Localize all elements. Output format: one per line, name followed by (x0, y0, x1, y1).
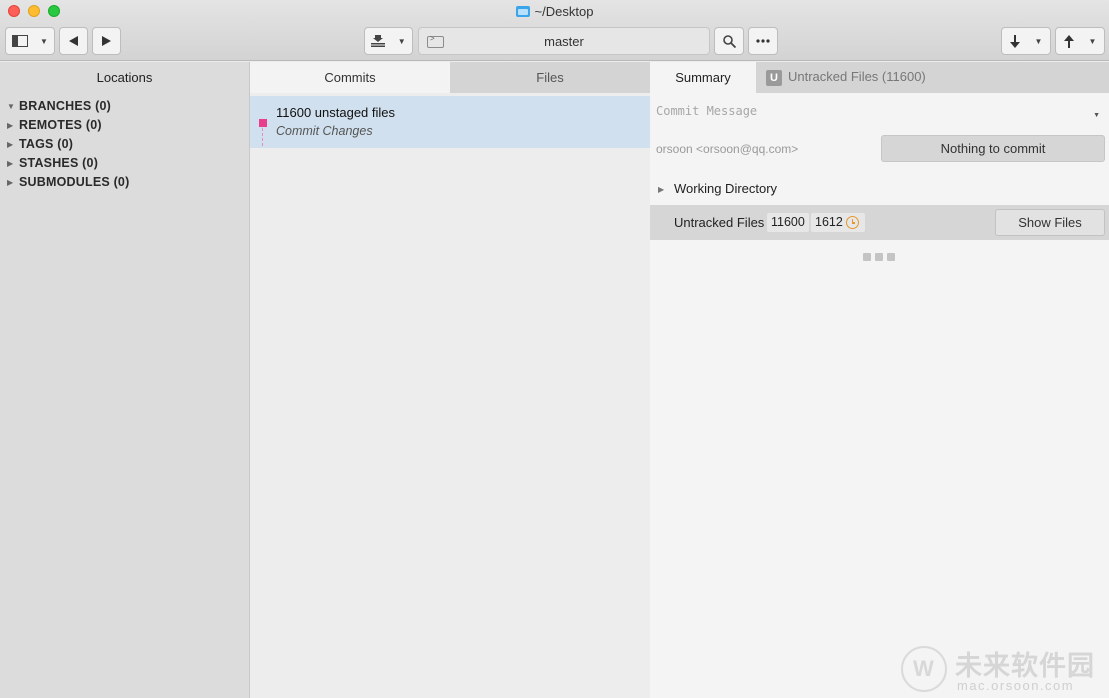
pull-button[interactable]: ▼ (1001, 27, 1051, 55)
sidebar-item-label: REMOTES (0) (19, 118, 102, 132)
stash-icon (371, 35, 386, 47)
loading-dot (875, 253, 883, 261)
untracked-files-label: Untracked Files (674, 215, 765, 230)
chevron-down-icon[interactable]: ▼ (1093, 112, 1100, 119)
push-button[interactable]: ▼ (1055, 27, 1105, 55)
tab-untracked-files[interactable]: U Untracked Files (11600) (766, 69, 926, 86)
watermark-logo-icon (901, 646, 947, 692)
sidebar-item-label: STASHES (0) (19, 156, 99, 170)
sidebar-item-label: SUBMODULES (0) (19, 175, 130, 189)
watermark-site: mac.orsoon.com (957, 678, 1075, 693)
loading-dot (887, 253, 895, 261)
commit-graph-line (262, 128, 263, 146)
sidebar: Locations ▼ BRANCHES (0) ▶ REMOTES (0) ▶ TA… (0, 62, 250, 698)
commit-author: orsoon <orsoon@qq.com> (656, 142, 799, 156)
back-arrow-icon (69, 36, 78, 46)
sidebar-item-label: TAGS (0) (19, 137, 74, 151)
loading-dot (863, 253, 871, 261)
commit-button[interactable]: Nothing to commit (881, 135, 1105, 162)
sidebar-item-branches[interactable]: ▼ BRANCHES (0) (0, 97, 249, 116)
more-button[interactable] (748, 27, 778, 55)
show-files-button[interactable]: Show Files (995, 209, 1105, 236)
commits-tab-bar: Commits Files (250, 62, 650, 93)
sidebar-icon (12, 35, 29, 47)
commit-message-input[interactable]: Commit Message (656, 104, 757, 118)
branch-name: master (544, 34, 584, 49)
disclosure-closed-icon[interactable]: ▶ (7, 116, 19, 135)
tab-files[interactable]: Files (450, 62, 650, 93)
disclosure-closed-icon[interactable]: ▶ (7, 135, 19, 154)
tab-commits[interactable]: Commits (250, 62, 450, 93)
disclosure-closed-icon[interactable]: ▶ (7, 154, 19, 173)
untracked-status-icon: U (766, 70, 782, 86)
search-button[interactable] (714, 27, 744, 55)
arrow-down-icon (1009, 34, 1020, 48)
clock-icon (846, 216, 859, 229)
tab-untracked-label: Untracked Files (11600) (788, 69, 926, 84)
chevron-down-icon: ▼ (1034, 36, 1043, 46)
sidebar-item-stashes[interactable]: ▶ STASHES (0) (0, 154, 249, 173)
window-toolbar: ~/Desktop ▼ ▼ master (0, 0, 1109, 61)
commit-graph-node (259, 119, 267, 127)
sidebar-item-tags[interactable]: ▶ TAGS (0) (0, 135, 249, 154)
commits-pane: Commits Files 11600 unstaged files Commi… (250, 62, 650, 698)
disclosure-open-icon[interactable]: ▼ (7, 97, 19, 116)
detail-tab-bar: Summary U Untracked Files (11600) (650, 62, 1109, 93)
stash-button[interactable]: ▼ (364, 27, 413, 55)
arrow-up-icon (1063, 34, 1074, 48)
back-button[interactable] (59, 27, 88, 55)
commit-row[interactable]: 11600 unstaged files Commit Changes (250, 96, 650, 148)
untracked-count-badge: 11600 (767, 213, 809, 232)
chevron-down-icon: ▼ (1088, 36, 1097, 46)
chevron-down-icon: ▼ (397, 36, 406, 46)
window-title: ~/Desktop (0, 4, 1109, 19)
window-title-text: ~/Desktop (534, 4, 594, 19)
forward-arrow-icon (102, 36, 111, 46)
branch-selector[interactable]: master (418, 27, 710, 55)
loading-indicator (863, 253, 895, 261)
commit-title: 11600 unstaged files (276, 105, 396, 120)
commit-subtitle: Commit Changes (276, 124, 373, 138)
chevron-down-icon: ▼ (40, 36, 48, 46)
working-directory-row[interactable]: ▶ Working Directory (658, 181, 777, 196)
sidebar-item-label: BRANCHES (0) (19, 99, 111, 113)
disclosure-closed-icon[interactable]: ▶ (658, 185, 674, 194)
disclosure-closed-icon[interactable]: ▶ (7, 173, 19, 192)
ellipsis-icon (756, 39, 770, 43)
detail-pane: Summary U Untracked Files (11600) Commit … (650, 62, 1109, 698)
sidebar-toggle-button[interactable]: ▼ (5, 27, 55, 55)
watermark: 未来软件园 mac.orsoon.com (901, 642, 1101, 694)
sidebar-item-remotes[interactable]: ▶ REMOTES (0) (0, 116, 249, 135)
untracked-files-row: Untracked Files 11600 1612 Show Files (650, 205, 1109, 240)
search-icon (722, 34, 736, 48)
tab-summary[interactable]: Summary (650, 62, 756, 93)
sidebar-item-submodules[interactable]: ▶ SUBMODULES (0) (0, 173, 249, 192)
forward-button[interactable] (92, 27, 121, 55)
working-directory-label: Working Directory (674, 181, 778, 196)
folder-icon (515, 6, 530, 17)
sidebar-header: Locations (96, 70, 153, 85)
